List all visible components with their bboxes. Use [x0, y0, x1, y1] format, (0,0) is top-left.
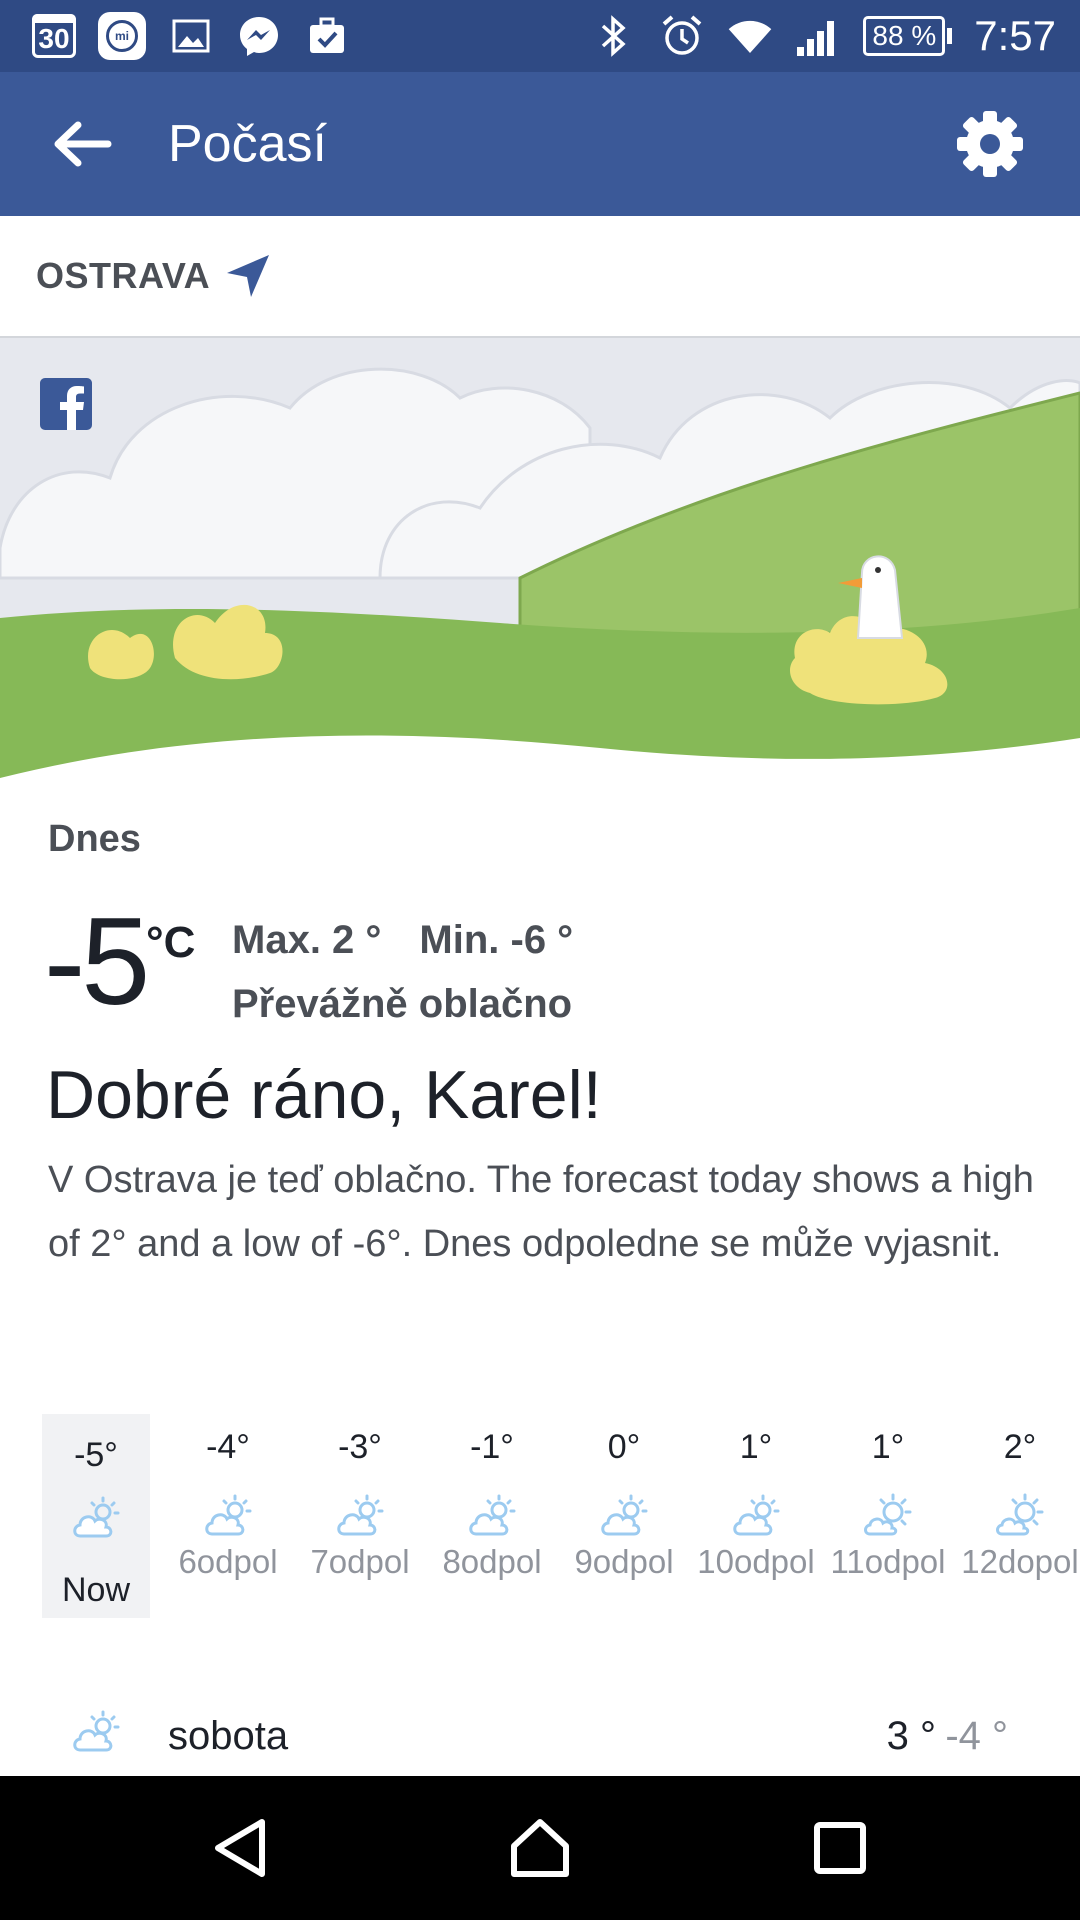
wifi-icon	[727, 13, 773, 59]
hourly-temp: 0°	[607, 1428, 641, 1466]
forecast-summary: V Ostrava je teď oblačno. The forecast t…	[48, 1159, 1034, 1265]
hourly-item[interactable]: 1° 11odpol	[830, 1414, 945, 1618]
hourly-temp: 1°	[739, 1428, 773, 1466]
weather-illustration	[0, 338, 1080, 788]
today-condition: Převážně oblačno	[232, 982, 573, 1026]
battery-icon: 88 %	[863, 16, 953, 56]
mi-icon: mi	[98, 12, 146, 60]
hourly-item[interactable]: -5° Now	[42, 1414, 150, 1618]
nav-recents-button[interactable]	[790, 1798, 890, 1898]
arrow-left-icon	[54, 121, 112, 167]
hourly-label: Now	[61, 1571, 131, 1609]
status-bar: 30 mi 88 % 7:57	[0, 0, 1080, 72]
today-label: Dnes	[48, 818, 141, 860]
facebook-logo-icon	[40, 378, 92, 430]
back-button[interactable]	[32, 94, 132, 194]
current-temperature: -5	[44, 893, 150, 1031]
location-name: OSTRAVA	[36, 255, 211, 296]
mostly-sunny-icon	[996, 1493, 1044, 1536]
partly-cloudy-icon	[205, 1494, 252, 1536]
hourly-label: 10odpol	[697, 1543, 815, 1580]
hourly-temp: 1°	[871, 1428, 905, 1466]
location-row[interactable]: OSTRAVA	[0, 216, 1080, 338]
partly-cloudy-icon	[337, 1494, 384, 1536]
hourly-item[interactable]: 0° 9odpol	[570, 1414, 678, 1618]
day-min-temp: -4 °	[945, 1714, 1008, 1758]
nav-home-icon	[511, 1819, 569, 1877]
hourly-item[interactable]: 2° 12dopol	[961, 1414, 1078, 1618]
hourly-forecast[interactable]: -5° Now -4° 6odpol -3° 7odpol -1° 8odpol…	[42, 1414, 1080, 1618]
hourly-label: 6odpol	[178, 1543, 278, 1580]
mostly-sunny-icon	[864, 1493, 912, 1536]
hourly-temp: 2°	[1003, 1428, 1037, 1466]
daily-forecast-row[interactable]: sobota 3 ° -4 °	[0, 1700, 1080, 1776]
nav-home-button[interactable]	[490, 1798, 590, 1898]
calendar-icon: 30	[32, 14, 76, 58]
hourly-label: 8odpol	[442, 1543, 542, 1580]
temperature-unit: °C	[146, 918, 196, 967]
hourly-label: 9odpol	[574, 1543, 674, 1580]
hourly-temp: -3°	[338, 1428, 382, 1466]
status-time: 7:57	[974, 12, 1056, 59]
battery-level: 88 %	[872, 20, 937, 51]
bluetooth-icon	[591, 13, 637, 59]
partly-cloudy-icon	[73, 1710, 120, 1752]
gallery-icon	[168, 13, 214, 59]
hourly-item[interactable]: -3° 7odpol	[306, 1414, 414, 1618]
signal-icon	[795, 13, 841, 59]
today-max: Max. 2 °	[232, 918, 382, 962]
hourly-item[interactable]: -4° 6odpol	[174, 1414, 282, 1618]
hourly-item[interactable]: -1° 8odpol	[438, 1414, 546, 1618]
today-min: Min. -6 °	[419, 918, 574, 962]
partly-cloudy-icon	[469, 1494, 516, 1536]
page-title: Počasí	[168, 115, 327, 173]
hourly-temp: -1°	[470, 1428, 514, 1466]
cloudy-landscape-image	[0, 338, 1080, 788]
partly-cloudy-icon	[601, 1494, 648, 1536]
app-bar: Počasí	[0, 72, 1080, 216]
mi-label: mi	[106, 20, 138, 52]
location-arrow-icon	[224, 252, 272, 300]
calendar-day: 30	[38, 23, 70, 54]
alarm-icon	[659, 13, 705, 59]
hourly-label: 11odpol	[830, 1543, 946, 1580]
nav-recents-icon	[814, 1822, 866, 1874]
hourly-item[interactable]: 1° 10odpol	[697, 1414, 814, 1618]
nav-back-icon	[215, 1819, 265, 1877]
today-min-max: Max. 2 ° Min. -6 °	[232, 918, 573, 963]
briefcase-check-icon	[304, 13, 350, 59]
greeting: Dobré ráno, Karel!	[46, 1057, 602, 1133]
partly-cloudy-icon	[733, 1494, 780, 1536]
messenger-icon	[236, 13, 282, 59]
hourly-label: 7odpol	[310, 1543, 410, 1580]
day-max-temp: 3 °	[886, 1714, 936, 1758]
hourly-temp: -4°	[206, 1428, 250, 1466]
hourly-label: 12dopol	[961, 1543, 1079, 1580]
gear-icon	[957, 111, 1023, 177]
settings-button[interactable]	[940, 94, 1040, 194]
navigation-bar	[0, 1776, 1080, 1920]
partly-cloudy-icon	[73, 1496, 120, 1538]
nav-back-button[interactable]	[190, 1798, 290, 1898]
day-name: sobota	[168, 1714, 289, 1758]
hourly-temp: -5°	[74, 1436, 118, 1474]
